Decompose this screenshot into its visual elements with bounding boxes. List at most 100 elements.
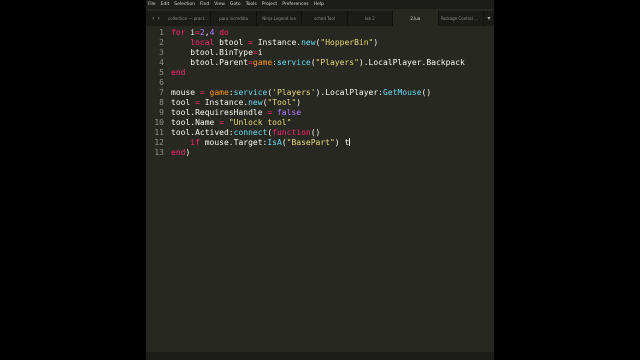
menu-preferences[interactable]: Preferences: [282, 0, 308, 9]
tab-6[interactable]: Package Control Messages: [439, 11, 484, 26]
line-number: 5: [159, 67, 164, 77]
tab-label: sched Tool: [314, 16, 335, 21]
code-text: tool.RequiresHandle = false: [171, 108, 301, 117]
code-line[interactable]: 2 local btool = Instance.new("HopperBin"…: [146, 37, 378, 47]
code-token: btool.BinType: [171, 47, 253, 57]
status-bar: [146, 352, 494, 360]
menu-view[interactable]: View: [214, 0, 225, 9]
code-token: local: [171, 37, 215, 47]
code-token: "Players": [315, 57, 359, 67]
line-number: 12: [154, 137, 164, 147]
code-text: end): [171, 148, 190, 157]
code-line[interactable]: 8 tool = Instance.new("Tool"): [146, 97, 301, 107]
code-line[interactable]: 9 tool.RequiresHandle = false: [146, 107, 301, 117]
code-line[interactable]: 12 if mouse.Target:IsA("BasePart") t: [146, 137, 351, 147]
code-token: i: [185, 27, 196, 37]
line-number: 10: [154, 117, 164, 127]
tab-4[interactable]: lab 2: [348, 11, 394, 26]
chevron-down-icon[interactable]: ▾: [484, 11, 494, 26]
menu-project[interactable]: Project: [262, 0, 277, 9]
code-token: false: [272, 107, 302, 117]
code-token: connect: [233, 127, 268, 137]
code-line[interactable]: 13 end): [146, 147, 190, 157]
code-token: ): [185, 147, 191, 157]
code-token: for: [171, 27, 186, 37]
tab-label: Package Control Messages: [440, 16, 481, 21]
tab-label: 2.lua: [410, 16, 421, 21]
line-number: 2: [159, 37, 164, 47]
menu-find[interactable]: Find: [200, 0, 209, 9]
code-token: end: [171, 147, 186, 157]
line-number: 6: [159, 77, 164, 87]
code-text: btool.Parent=game:service("Players").Loc…: [171, 58, 465, 67]
tab-label: para incrediba: [219, 16, 249, 21]
code-text: mouse = game:service('Players').LocalPla…: [171, 88, 431, 97]
tab-0[interactable]: collection — practice starter st: [166, 11, 212, 26]
chevron-right-icon[interactable]: ›: [158, 15, 160, 22]
code-token: btool.Parent: [171, 57, 249, 67]
tab-1[interactable]: para incrediba: [211, 11, 257, 26]
tab-5[interactable]: 2.lua: [393, 11, 439, 26]
line-number: 11: [154, 127, 164, 137]
chevron-left-icon[interactable]: ‹: [152, 15, 154, 22]
code-line[interactable]: 3 btool.BinType=i: [146, 47, 263, 57]
code-token: if: [171, 137, 200, 147]
code-token: ).LocalPlayer:: [315, 87, 383, 97]
menu-help[interactable]: Help: [314, 0, 324, 9]
code-line[interactable]: 1 for i=2,4 do: [146, 27, 229, 37]
code-token: "BasePart": [286, 137, 335, 147]
code-token: end: [171, 67, 186, 77]
line-number: 1: [159, 27, 164, 37]
code-token: new: [301, 37, 316, 47]
code-token: tool.RequiresHandle: [171, 107, 268, 117]
code-line[interactable]: 4 btool.Parent=game:service("Players").L…: [146, 57, 465, 67]
code-line[interactable]: 5 end: [146, 67, 185, 77]
code-token: ): [296, 97, 302, 107]
line-number: 8: [159, 97, 164, 107]
code-token: mouse.Target:: [199, 137, 268, 147]
code-line[interactable]: 11 tool.Actived:connect(function(): [146, 127, 320, 137]
code-token: tool.Actived:: [171, 127, 234, 137]
code-token: "HopperBin": [320, 37, 374, 47]
tab-navigation: ‹ ›: [146, 11, 166, 26]
code-token: (): [310, 127, 321, 137]
code-token: game: [204, 87, 229, 97]
menu-goto[interactable]: Goto: [230, 0, 241, 9]
code-token: service: [276, 57, 311, 67]
code-line[interactable]: 10 tool.Name = "Unlock tool": [146, 117, 291, 127]
code-token: IsA: [267, 137, 282, 147]
code-token: 'Players': [272, 87, 316, 97]
menu-tools[interactable]: Tools: [246, 0, 257, 9]
tab-2[interactable]: Ninja Legend.lua: [257, 11, 303, 26]
line-number: 3: [159, 47, 164, 57]
tab-label: collection — practice starter st: [168, 16, 209, 21]
tab-3[interactable]: sched Tool: [302, 11, 348, 26]
code-token: (): [421, 87, 432, 97]
code-token: ): [334, 137, 345, 147]
code-token: btool: [214, 37, 249, 47]
tab-label: Ninja Legend.lua: [262, 16, 296, 21]
code-token: mouse: [171, 87, 200, 97]
tab-label: lab 2: [364, 16, 375, 21]
code-text: tool.Name = "Unlock tool": [171, 118, 291, 127]
code-token: ).LocalPlayer.Backpack: [358, 57, 465, 67]
code-token: i: [257, 47, 263, 57]
code-editor[interactable]: 1 for i=2,4 do 2 local btool = Instance.ne…: [146, 26, 494, 352]
code-line[interactable]: 6: [146, 77, 171, 87]
code-token: function: [272, 127, 311, 137]
code-line[interactable]: 7 mouse = game:service('Players').LocalPl…: [146, 87, 431, 97]
sublime-editor-window: File Edit Selection Find View Goto Tools Projec…: [146, 0, 494, 360]
code-token: Instance: [252, 37, 297, 47]
menu-file[interactable]: File: [148, 0, 156, 9]
code-token: "Unlock tool": [224, 117, 292, 127]
code-token: do: [214, 27, 229, 37]
code-token: tool: [171, 97, 196, 107]
code-text: btool.BinType=i: [171, 47, 263, 57]
menu-edit[interactable]: Edit: [161, 0, 170, 9]
line-number: 13: [154, 147, 164, 157]
code-token: service: [233, 87, 268, 97]
code-token: GetMouse: [383, 87, 422, 97]
code-text: tool = Instance.new("Tool"): [171, 98, 301, 107]
menu-selection[interactable]: Selection: [174, 0, 195, 9]
code-text: tool.Actived:connect(function(): [171, 128, 320, 137]
